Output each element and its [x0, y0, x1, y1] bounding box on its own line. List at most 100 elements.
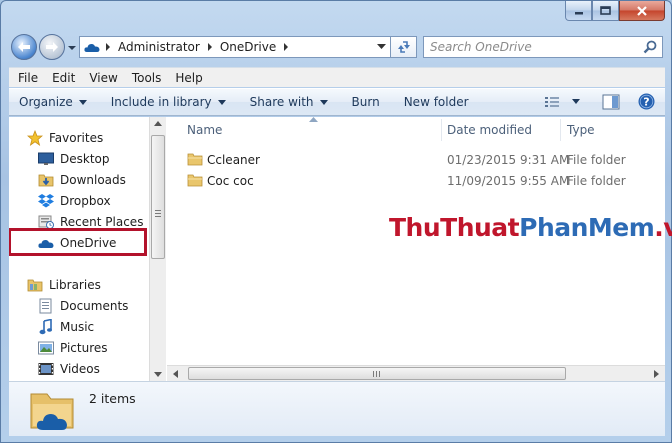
documents-icon	[38, 298, 54, 314]
navigation-pane-scrollbar[interactable]	[149, 117, 166, 381]
onedrive-highlight-box	[9, 228, 147, 256]
libraries-icon	[27, 277, 43, 293]
menu-tools[interactable]: Tools	[125, 71, 169, 85]
close-icon	[637, 5, 647, 16]
nav-videos[interactable]: Videos	[38, 358, 100, 379]
videos-icon	[38, 361, 54, 377]
caption-buttons	[565, 1, 665, 22]
column-header-date-modified[interactable]: Date modified	[447, 117, 532, 143]
menu-edit[interactable]: Edit	[45, 71, 82, 85]
scroll-down-icon[interactable]	[154, 372, 162, 377]
scroll-left-icon[interactable]	[173, 370, 178, 378]
navigation-scroll-thumb[interactable]	[151, 135, 165, 259]
nav-pictures[interactable]: Pictures	[38, 337, 108, 358]
nav-desktop-label: Desktop	[60, 151, 110, 166]
file-name: Coc coc	[207, 173, 254, 188]
watermark-part-1: ThuThuat	[389, 213, 520, 242]
include-in-library-button[interactable]: Include in library	[111, 95, 226, 109]
nav-pictures-label: Pictures	[60, 340, 108, 355]
nav-music-label: Music	[60, 319, 95, 334]
new-folder-button[interactable]: New folder	[404, 95, 469, 109]
sort-ascending-icon	[309, 117, 318, 122]
breadcrumb-onedrive[interactable]: OneDrive	[216, 40, 280, 54]
onedrive-cloud-icon	[80, 41, 102, 53]
details-pane: 2 items	[9, 381, 665, 436]
nav-favorites-label: Favorites	[49, 130, 104, 145]
pictures-icon	[38, 340, 54, 356]
breadcrumb-separator-icon[interactable]	[204, 37, 216, 57]
help-icon[interactable]: ?	[638, 93, 655, 110]
scroll-up-icon[interactable]	[154, 121, 162, 126]
menu-bar: File Edit View Tools Help	[9, 67, 665, 87]
nav-documents[interactable]: Documents	[38, 295, 128, 316]
breadcrumb-administrator[interactable]: Administrator	[114, 40, 204, 54]
menu-help[interactable]: Help	[168, 71, 209, 85]
search-input[interactable]	[430, 40, 640, 54]
back-button[interactable]	[11, 34, 37, 60]
refresh-icon	[397, 41, 410, 53]
chevron-down-icon	[376, 44, 386, 49]
folder-icon	[187, 153, 203, 166]
address-history-button[interactable]	[374, 37, 388, 57]
breadcrumb-separator-icon[interactable]	[102, 37, 114, 57]
music-icon	[38, 318, 54, 335]
menu-view[interactable]: View	[82, 71, 124, 85]
nav-music[interactable]: Music	[38, 316, 94, 337]
file-date-modified: 01/23/2015 9:31 AM	[447, 152, 570, 167]
svg-text:?: ?	[643, 96, 649, 109]
file-list-horizontal-scrollbar[interactable]	[167, 365, 665, 381]
recent-pages-dropdown-icon[interactable]	[67, 43, 77, 53]
breadcrumb-separator-icon[interactable]	[280, 37, 292, 57]
menu-file[interactable]: File	[11, 71, 45, 85]
column-header-type[interactable]: Type	[567, 117, 595, 143]
organize-button[interactable]: Organize	[19, 95, 87, 109]
file-type: File folder	[567, 152, 626, 167]
file-row[interactable]: Coc coc 11/09/2015 9:55 AM File folder	[167, 170, 665, 191]
forward-button[interactable]	[39, 34, 65, 60]
share-with-label: Share with	[249, 95, 314, 109]
chevron-down-icon	[319, 99, 328, 105]
chevron-down-icon	[78, 99, 87, 105]
share-with-button[interactable]: Share with	[250, 95, 328, 109]
explorer-window: Administrator OneDrive File Edit View To…	[0, 0, 672, 443]
maximize-icon	[600, 6, 611, 15]
scroll-right-icon[interactable]	[654, 370, 659, 378]
change-view-button[interactable]	[544, 95, 580, 109]
file-date-modified: 11/09/2015 9:55 AM	[447, 173, 570, 188]
search-box[interactable]	[423, 36, 663, 58]
nav-downloads[interactable]: Downloads	[38, 169, 126, 190]
navigation-pane: Favorites Desktop Downloads Dropbox Rece…	[9, 117, 149, 381]
chevron-down-icon	[217, 99, 226, 105]
include-in-library-label: Include in library	[110, 95, 212, 109]
address-bar[interactable]: Administrator OneDrive	[79, 36, 391, 58]
horizontal-scroll-thumb[interactable]	[188, 367, 566, 380]
downloads-folder-icon	[38, 172, 54, 188]
nav-dropbox-label: Dropbox	[60, 193, 111, 208]
search-icon[interactable]	[643, 40, 657, 54]
file-row[interactable]: Ccleaner 01/23/2015 9:31 AM File folder	[167, 149, 665, 170]
nav-libraries[interactable]: Libraries	[27, 274, 101, 295]
nav-libraries-label: Libraries	[49, 277, 101, 292]
dropbox-icon	[38, 193, 54, 209]
nav-recent-places-label: Recent Places	[60, 214, 144, 229]
refresh-button[interactable]	[391, 36, 417, 58]
arrow-right-icon	[46, 42, 58, 52]
file-type: File folder	[567, 173, 626, 188]
nav-favorites[interactable]: Favorites	[27, 127, 103, 148]
minimize-button[interactable]	[565, 1, 592, 21]
maximize-button[interactable]	[592, 1, 619, 21]
nav-desktop[interactable]: Desktop	[38, 148, 110, 169]
watermark-part-3: .vn	[654, 213, 672, 242]
nav-dropbox[interactable]: Dropbox	[38, 190, 111, 211]
nav-videos-label: Videos	[60, 361, 100, 376]
item-count: 2 items	[89, 391, 136, 406]
onedrive-folder-icon	[30, 393, 74, 430]
nav-downloads-label: Downloads	[60, 172, 126, 187]
organize-label: Organize	[19, 95, 73, 109]
column-header-name[interactable]: Name	[187, 117, 222, 143]
close-button[interactable]	[619, 1, 665, 21]
view-options-icon	[545, 96, 559, 107]
preview-pane-icon[interactable]	[602, 94, 620, 110]
burn-button[interactable]: Burn	[352, 95, 380, 109]
content-area: Favorites Desktop Downloads Dropbox Rece…	[9, 117, 672, 381]
